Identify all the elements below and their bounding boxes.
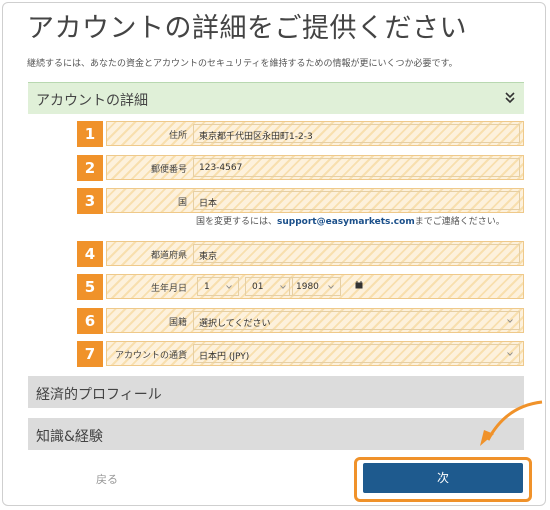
step-badge-2: 2 (77, 155, 103, 181)
section-economic-profile-label: 経済的プロフィール (36, 387, 162, 403)
section-account-details-label: アカウントの詳細 (36, 93, 148, 109)
chevron-down-icon (507, 352, 513, 356)
section-economic-profile[interactable]: 経済的プロフィール (28, 376, 524, 408)
prefecture-label: 都道府県 (150, 251, 187, 261)
country-change-note: 国を変更するには、support@easymarkets.comまでご連絡くださ… (196, 214, 505, 227)
birth-day-value: 1 (204, 282, 210, 292)
postal-code-input[interactable]: 123-4567 (193, 158, 520, 177)
step-badge-4: 4 (77, 241, 103, 267)
chevron-down-icon (280, 285, 286, 289)
birthdate-row: 生年月日 1 01 1980 (106, 274, 524, 299)
postal-code-label: 郵便番号 (150, 165, 187, 175)
address-input[interactable]: 東京都千代田区永田町1-2-3 (193, 124, 520, 143)
step-badge-5: 5 (77, 274, 103, 300)
account-currency-select[interactable]: 日本円 (JPY) (193, 344, 520, 363)
nationality-select[interactable]: 選択してください (193, 311, 520, 330)
double-chevron-down-icon[interactable] (504, 91, 516, 105)
nationality-value: 選択してください (199, 319, 271, 329)
page-subtitle: 継続するには、あなたの資金とアカウントのセキュリティを維持するための情報が更にい… (27, 59, 458, 69)
step-badge-6: 6 (77, 308, 103, 334)
postal-code-row: 郵便番号 123-4567 (106, 155, 524, 180)
country-label: 国 (177, 198, 187, 208)
birth-day-select[interactable]: 1 (197, 277, 239, 296)
arrow-annotation-icon (480, 400, 543, 446)
back-button[interactable]: 戻る (96, 471, 118, 487)
step-badge-7: 7 (77, 341, 103, 367)
section-account-details[interactable]: アカウントの詳細 (28, 82, 524, 114)
chevron-down-icon (507, 319, 513, 323)
birth-year-select[interactable]: 1980 (289, 277, 341, 296)
address-row: 住所 東京都千代田区永田町1-2-3 (106, 121, 524, 146)
nationality-label: 国籍 (168, 318, 187, 328)
address-label: 住所 (168, 131, 187, 141)
support-email-link[interactable]: support@easymarkets.com (277, 217, 415, 227)
birth-year-value: 1980 (296, 282, 319, 292)
account-currency-value: 日本円 (JPY) (199, 352, 250, 362)
prefecture-row: 都道府県 東京 (106, 241, 524, 266)
birth-month-select[interactable]: 01 (245, 277, 293, 296)
birth-month-value: 01 (252, 282, 264, 292)
section-knowledge-label: 知識&経験 (36, 429, 103, 445)
step-badge-3: 3 (77, 188, 103, 214)
birthdate-label: 生年月日 (150, 284, 187, 294)
chevron-down-icon (328, 285, 334, 289)
section-knowledge[interactable]: 知識&経験 (28, 418, 524, 450)
chevron-down-icon (226, 285, 232, 289)
step-badge-1: 1 (77, 121, 103, 147)
page-title: アカウントの詳細をご提供ください (27, 13, 467, 44)
calendar-icon[interactable] (355, 281, 363, 289)
prefecture-input[interactable]: 東京 (193, 244, 520, 263)
note-prefix: 国を変更するには、 (196, 217, 278, 227)
account-currency-row: アカウントの通貨 日本円 (JPY) (106, 341, 524, 366)
country-row: 国 日本 (106, 188, 524, 213)
note-suffix: までご連絡ください。 (414, 217, 505, 227)
nationality-row: 国籍 選択してください (106, 308, 524, 333)
account-currency-label: アカウントの通貨 (114, 351, 187, 361)
country-input: 日本 (193, 191, 520, 210)
next-button[interactable]: 次 (363, 463, 523, 493)
